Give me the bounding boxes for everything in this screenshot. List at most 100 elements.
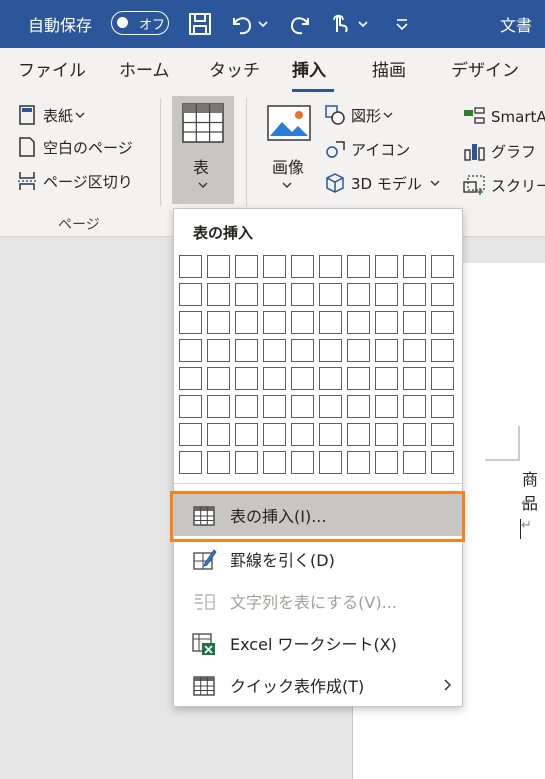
grid-cell[interactable] bbox=[319, 255, 342, 278]
grid-cell[interactable] bbox=[263, 311, 286, 334]
page-break-button[interactable]: ページ区切り bbox=[16, 170, 133, 192]
grid-cell[interactable] bbox=[235, 311, 258, 334]
grid-cell[interactable] bbox=[179, 451, 202, 474]
tab-touch[interactable]: タッチ bbox=[209, 56, 260, 81]
grid-cell[interactable] bbox=[235, 451, 258, 474]
tab-file[interactable]: ファイル bbox=[18, 56, 86, 81]
grid-cell[interactable] bbox=[179, 367, 202, 390]
grid-cell[interactable] bbox=[403, 423, 426, 446]
shapes-button[interactable]: 図形 bbox=[324, 104, 400, 126]
grid-cell[interactable] bbox=[291, 423, 314, 446]
grid-cell[interactable] bbox=[431, 395, 454, 418]
grid-cell[interactable] bbox=[207, 395, 230, 418]
grid-cell[interactable] bbox=[179, 255, 202, 278]
table-button[interactable] bbox=[172, 96, 234, 204]
undo-icon[interactable] bbox=[228, 10, 256, 38]
smartart-button[interactable]: SmartArt bbox=[462, 106, 545, 128]
grid-cell[interactable] bbox=[291, 367, 314, 390]
quick-table-menu-item[interactable]: クイック表作成(T) bbox=[174, 664, 462, 706]
grid-cell[interactable] bbox=[403, 255, 426, 278]
grid-cell[interactable] bbox=[319, 451, 342, 474]
grid-cell[interactable] bbox=[291, 395, 314, 418]
grid-cell[interactable] bbox=[319, 395, 342, 418]
image-icon[interactable] bbox=[266, 104, 312, 144]
grid-cell[interactable] bbox=[263, 339, 286, 362]
grid-cell[interactable] bbox=[375, 367, 398, 390]
grid-cell[interactable] bbox=[235, 255, 258, 278]
grid-cell[interactable] bbox=[375, 283, 398, 306]
grid-cell[interactable] bbox=[207, 367, 230, 390]
tab-home[interactable]: ホーム bbox=[119, 56, 170, 81]
grid-cell[interactable] bbox=[263, 367, 286, 390]
grid-cell[interactable] bbox=[375, 451, 398, 474]
grid-cell[interactable] bbox=[431, 367, 454, 390]
blank-page-button[interactable]: 空白のページ bbox=[16, 136, 133, 158]
grid-cell[interactable] bbox=[207, 255, 230, 278]
grid-cell[interactable] bbox=[319, 283, 342, 306]
grid-cell[interactable] bbox=[319, 339, 342, 362]
grid-cell[interactable] bbox=[347, 367, 370, 390]
grid-cell[interactable] bbox=[375, 339, 398, 362]
grid-cell[interactable] bbox=[403, 311, 426, 334]
grid-cell[interactable] bbox=[347, 395, 370, 418]
tab-insert[interactable]: 挿入 bbox=[292, 56, 326, 81]
grid-cell[interactable] bbox=[179, 283, 202, 306]
grid-cell[interactable] bbox=[375, 255, 398, 278]
grid-cell[interactable] bbox=[179, 339, 202, 362]
grid-cell[interactable] bbox=[431, 451, 454, 474]
touch-dropdown-icon[interactable] bbox=[356, 10, 370, 38]
grid-cell[interactable] bbox=[235, 339, 258, 362]
grid-cell[interactable] bbox=[179, 311, 202, 334]
grid-cell[interactable] bbox=[179, 395, 202, 418]
grid-cell[interactable] bbox=[235, 283, 258, 306]
grid-cell[interactable] bbox=[291, 451, 314, 474]
tab-draw[interactable]: 描画 bbox=[372, 56, 406, 81]
grid-cell[interactable] bbox=[291, 283, 314, 306]
grid-cell[interactable] bbox=[347, 423, 370, 446]
draw-table-menu-item[interactable]: 罫線を引く(D) bbox=[174, 538, 462, 580]
autosave-toggle[interactable]: オフ bbox=[111, 11, 169, 35]
touch-mode-icon[interactable] bbox=[325, 10, 353, 38]
grid-cell[interactable] bbox=[207, 423, 230, 446]
grid-cell[interactable] bbox=[263, 451, 286, 474]
icons-button[interactable]: アイコン bbox=[324, 138, 410, 160]
grid-cell[interactable] bbox=[179, 423, 202, 446]
grid-cell[interactable] bbox=[235, 395, 258, 418]
grid-cell[interactable] bbox=[291, 255, 314, 278]
grid-cell[interactable] bbox=[431, 283, 454, 306]
grid-cell[interactable] bbox=[431, 255, 454, 278]
tab-design[interactable]: デザイン bbox=[451, 56, 519, 81]
grid-cell[interactable] bbox=[375, 311, 398, 334]
grid-cell[interactable] bbox=[403, 339, 426, 362]
grid-cell[interactable] bbox=[431, 423, 454, 446]
grid-cell[interactable] bbox=[207, 311, 230, 334]
cover-page-button[interactable]: 表紙 bbox=[16, 104, 92, 126]
grid-cell[interactable] bbox=[375, 395, 398, 418]
undo-dropdown-icon[interactable] bbox=[256, 10, 270, 38]
grid-cell[interactable] bbox=[235, 423, 258, 446]
grid-cell[interactable] bbox=[347, 311, 370, 334]
grid-cell[interactable] bbox=[319, 367, 342, 390]
grid-cell[interactable] bbox=[263, 395, 286, 418]
grid-cell[interactable] bbox=[403, 395, 426, 418]
grid-cell[interactable] bbox=[403, 451, 426, 474]
save-icon[interactable] bbox=[186, 10, 214, 38]
grid-cell[interactable] bbox=[347, 283, 370, 306]
grid-cell[interactable] bbox=[375, 423, 398, 446]
grid-cell[interactable] bbox=[431, 311, 454, 334]
screenshot-button[interactable]: スクリーン bbox=[462, 174, 545, 196]
chart-button[interactable]: グラフ bbox=[462, 140, 536, 162]
grid-cell[interactable] bbox=[347, 451, 370, 474]
grid-cell[interactable] bbox=[319, 311, 342, 334]
grid-cell[interactable] bbox=[291, 311, 314, 334]
grid-cell[interactable] bbox=[263, 255, 286, 278]
grid-cell[interactable] bbox=[207, 339, 230, 362]
grid-cell[interactable] bbox=[235, 367, 258, 390]
grid-cell[interactable] bbox=[319, 423, 342, 446]
grid-cell[interactable] bbox=[403, 283, 426, 306]
grid-cell[interactable] bbox=[403, 367, 426, 390]
grid-cell[interactable] bbox=[347, 255, 370, 278]
grid-cell[interactable] bbox=[347, 339, 370, 362]
3d-models-button[interactable]: 3D モデル bbox=[324, 172, 447, 194]
redo-icon[interactable] bbox=[286, 10, 314, 38]
